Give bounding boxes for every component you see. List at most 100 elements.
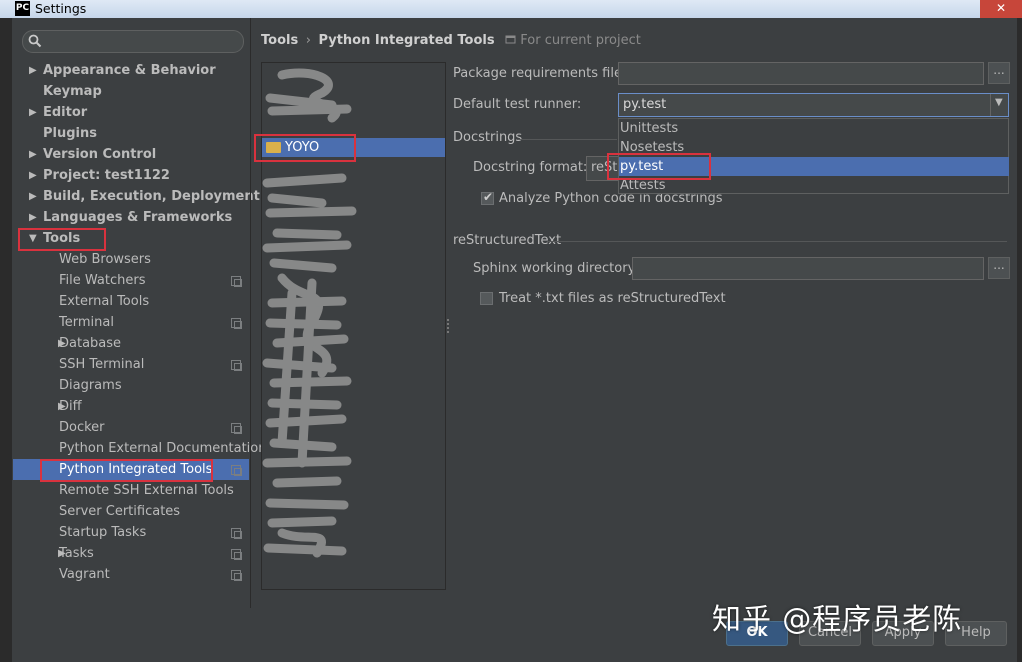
expand-arrow-right-icon[interactable]: ▶ bbox=[29, 165, 37, 186]
project-level-icon bbox=[231, 570, 242, 581]
pycharm-icon: PC bbox=[15, 1, 30, 16]
tree-item-label: Vagrant bbox=[59, 567, 110, 582]
package-requirements-input[interactable] bbox=[618, 62, 984, 85]
tree-item-label: External Tools bbox=[59, 294, 150, 309]
tree-item-server-certificates[interactable]: Server Certificates bbox=[13, 501, 249, 522]
settings-tree: ▶ Appearance & Behavior Keymap ▶ Editor Plugi… bbox=[13, 60, 266, 585]
tree-item-docker[interactable]: Docker bbox=[13, 417, 249, 438]
project-level-icon bbox=[231, 423, 242, 434]
expand-arrow-right-icon[interactable]: ▶ bbox=[29, 207, 37, 228]
drag-handle-icon[interactable] bbox=[446, 318, 452, 334]
tree-item-label: Web Browsers bbox=[59, 252, 151, 267]
tree-item-vagrant[interactable]: Vagrant bbox=[13, 564, 249, 585]
tree-item-label: Terminal bbox=[59, 315, 114, 330]
project-level-icon bbox=[231, 465, 242, 476]
highlight-box-tools bbox=[18, 228, 106, 251]
tree-item-web-browsers[interactable]: Web Browsers bbox=[13, 249, 249, 270]
check-icon: ✔ bbox=[483, 190, 494, 204]
tree-item-label: SSH Terminal bbox=[59, 357, 145, 372]
tree-item-label: Languages & Frameworks bbox=[43, 210, 233, 225]
for-current-project-hint: For current project bbox=[505, 33, 641, 48]
tree-item-label: Project: test1122 bbox=[43, 168, 170, 183]
project-level-icon bbox=[231, 528, 242, 539]
highlight-box-project bbox=[254, 134, 356, 162]
tree-item-diff[interactable]: ▶ Diff bbox=[13, 396, 249, 417]
treat-txt-label: Treat *.txt files as reStructuredText bbox=[499, 291, 726, 306]
tree-item-label: Tasks bbox=[59, 546, 94, 561]
test-runner-option[interactable]: Unittests bbox=[619, 119, 1009, 138]
analyze-docstrings-checkbox[interactable]: ✔ bbox=[481, 190, 494, 205]
tree-item-editor[interactable]: ▶ Editor bbox=[13, 102, 249, 123]
breadcrumb-tools: Tools bbox=[261, 33, 299, 48]
tree-item-label: Editor bbox=[43, 105, 88, 120]
tree-item-ssh-terminal[interactable]: SSH Terminal bbox=[13, 354, 249, 375]
expand-arrow-right-icon[interactable]: ▶ bbox=[29, 102, 37, 123]
tree-item-remote-ssh-external-tools[interactable]: Remote SSH External Tools bbox=[13, 480, 249, 501]
tree-item-label: Keymap bbox=[43, 84, 102, 99]
expand-arrow-right-icon[interactable]: ▶ bbox=[29, 60, 37, 81]
package-requirements-label: Package requirements file: bbox=[453, 66, 627, 81]
watermark: 知乎 @程序员老陈 bbox=[712, 602, 963, 636]
tree-item-label: Build, Execution, Deployment bbox=[43, 189, 260, 204]
tree-item-languages-frameworks[interactable]: ▶ Languages & Frameworks bbox=[13, 207, 249, 228]
tree-item-terminal[interactable]: Terminal bbox=[13, 312, 249, 333]
tree-item-plugins[interactable]: Plugins bbox=[13, 123, 249, 144]
background-window-edge-right bbox=[1017, 18, 1022, 662]
tree-item-label: Python External Documentation bbox=[59, 441, 267, 456]
tree-item-keymap[interactable]: Keymap bbox=[13, 81, 249, 102]
highlight-box-python-integrated-tools bbox=[40, 459, 213, 482]
tree-item-label: Server Certificates bbox=[59, 504, 181, 519]
close-window-button[interactable]: ✕ bbox=[980, 0, 1022, 18]
settings-search-input[interactable] bbox=[22, 30, 244, 53]
tree-item-build-execution-deployment[interactable]: ▶ Build, Execution, Deployment bbox=[13, 186, 260, 207]
tree-item-python-external-documentation[interactable]: Python External Documentation bbox=[13, 438, 266, 459]
section-divider-rst bbox=[547, 241, 1007, 242]
background-window-edge bbox=[0, 18, 12, 662]
default-test-runner-label: Default test runner: bbox=[453, 97, 582, 112]
tree-item-external-tools[interactable]: External Tools bbox=[13, 291, 249, 312]
tree-item-label: File Watchers bbox=[59, 273, 146, 288]
breadcrumb-separator: › bbox=[305, 33, 311, 48]
tree-item-label: Version Control bbox=[43, 147, 157, 162]
project-level-icon bbox=[231, 318, 242, 329]
tree-item-label: Diagrams bbox=[59, 378, 122, 393]
tree-item-label: Docker bbox=[59, 420, 105, 435]
breadcrumb-python-integrated-tools: Python Integrated Tools bbox=[318, 33, 495, 48]
highlight-box-pytest bbox=[607, 153, 711, 180]
docstrings-section-title: Docstrings bbox=[453, 130, 523, 145]
sphinx-working-dir-input[interactable] bbox=[632, 257, 984, 280]
tree-item-file-watchers[interactable]: File Watchers bbox=[13, 270, 249, 291]
tree-item-project-test1122[interactable]: ▶ Project: test1122 bbox=[13, 165, 249, 186]
project-level-icon bbox=[231, 549, 242, 560]
docstring-format-label: Docstring format: bbox=[473, 160, 588, 175]
splitter[interactable] bbox=[250, 18, 251, 608]
chevron-down-icon[interactable]: ▼ bbox=[990, 94, 1008, 116]
expand-arrow-right-icon[interactable]: ▶ bbox=[29, 144, 37, 165]
tree-item-version-control[interactable]: ▶ Version Control bbox=[13, 144, 249, 165]
tree-item-diagrams[interactable]: Diagrams bbox=[13, 375, 249, 396]
tree-item-label: Appearance & Behavior bbox=[43, 63, 216, 78]
package-requirements-browse-button[interactable]: ... bbox=[988, 62, 1010, 84]
search-icon bbox=[28, 34, 42, 48]
tree-item-label: Plugins bbox=[43, 126, 97, 141]
sphinx-working-dir-label: Sphinx working directory: bbox=[473, 261, 639, 276]
treat-txt-checkbox[interactable] bbox=[480, 292, 493, 305]
restructuredtext-section-title: reStructuredText bbox=[453, 233, 562, 248]
project-level-icon bbox=[231, 276, 242, 287]
tree-item-label: Startup Tasks bbox=[59, 525, 147, 540]
tree-item-tasks[interactable]: ▶ Tasks bbox=[13, 543, 249, 564]
tree-item-database[interactable]: ▶ Database bbox=[13, 333, 249, 354]
expand-arrow-right-icon[interactable]: ▶ bbox=[29, 186, 37, 207]
title-bar: PC Settings ✕ bbox=[0, 0, 1022, 18]
tree-item-label: Remote SSH External Tools bbox=[59, 483, 234, 498]
tree-item-appearance-behavior[interactable]: ▶ Appearance & Behavior bbox=[13, 60, 249, 81]
window-title: Settings bbox=[35, 1, 87, 16]
sphinx-browse-button[interactable]: ... bbox=[988, 257, 1010, 279]
project-level-icon bbox=[231, 360, 242, 371]
tree-item-label: Diff bbox=[59, 399, 82, 414]
default-test-runner-select[interactable]: py.test ▼ bbox=[618, 93, 1009, 117]
project-scope-icon bbox=[505, 35, 516, 44]
tree-item-startup-tasks[interactable]: Startup Tasks bbox=[13, 522, 249, 543]
breadcrumb: Tools › Python Integrated Tools For curr… bbox=[261, 33, 641, 48]
section-divider bbox=[517, 139, 617, 140]
